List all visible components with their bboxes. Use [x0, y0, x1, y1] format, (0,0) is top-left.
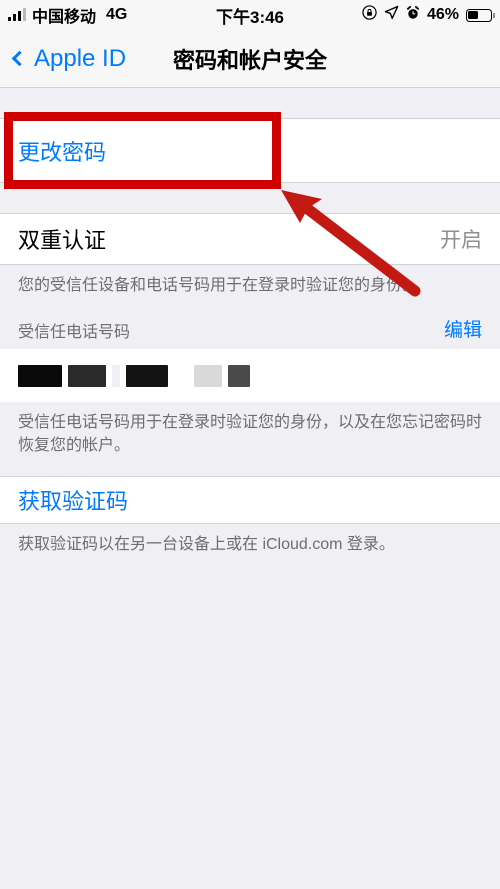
get-verification-code-label: 获取验证码 — [18, 488, 129, 514]
change-password-row[interactable]: 更改密码 — [0, 118, 500, 183]
location-arrow-icon — [384, 5, 399, 25]
trusted-phone-header: 受信任电话号码 编辑 — [0, 307, 500, 349]
edit-button[interactable]: 编辑 — [444, 315, 482, 342]
settings-list: 更改密码 双重认证 开启 您的受信任设备和电话号码用于在登录时验证您的身份。 受… — [0, 88, 500, 889]
back-button-apple-id[interactable]: Apple ID — [11, 44, 127, 73]
navigation-bar: Apple ID 密码和帐户安全 — [0, 30, 500, 88]
two-factor-auth-row[interactable]: 双重认证 开启 — [0, 213, 500, 265]
rotation-lock-icon — [362, 5, 377, 25]
battery-icon — [466, 8, 495, 22]
two-factor-auth-label: 双重认证 — [18, 228, 107, 253]
trusted-phone-header-label: 受信任电话号码 — [18, 324, 131, 342]
clock-label: 下午3:46 — [215, 7, 285, 27]
verification-code-footer: 获取验证码以在另一台设备上或在 iCloud.com 登录。 — [18, 535, 395, 553]
get-verification-code-row[interactable]: 获取验证码 — [0, 475, 500, 524]
chevron-left-icon — [11, 50, 28, 67]
redacted-phone-number — [18, 364, 250, 387]
change-password-label: 更改密码 — [18, 139, 107, 165]
two-factor-auth-footer: 您的受信任设备和电话号码用于在登录时验证您的身份。 — [18, 277, 419, 294]
battery-percent-label: 46% — [426, 6, 459, 23]
trusted-phone-number-row[interactable] — [0, 349, 500, 403]
iphone-screen: 中国移动 4G 下午3:46 46% Apple ID 密码和帐户安全 更改密码… — [0, 0, 500, 889]
status-bar: 中国移动 4G 下午3:46 46% — [0, 0, 500, 30]
back-button-label: Apple ID — [34, 44, 127, 72]
status-bar-right: 46% — [362, 5, 495, 25]
spacer-top — [0, 88, 500, 118]
trusted-phone-footer: 受信任电话号码用于在登录时验证您的身份，以及在您忘记密码时恢复您的帐户。 — [18, 414, 483, 455]
alarm-clock-icon — [406, 5, 420, 25]
spacer-after-change-password — [0, 183, 500, 213]
two-factor-auth-value: 开启 — [440, 229, 482, 252]
spacer-before-verification — [0, 468, 500, 476]
